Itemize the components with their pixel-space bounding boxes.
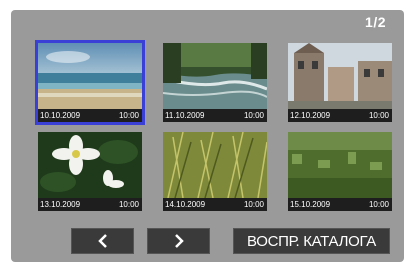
thumbnail-time: 10:00 [243, 111, 264, 120]
chevron-left-icon [97, 234, 107, 248]
thumbnail-image-field [288, 132, 392, 198]
thumbnail-date: 10.10.2009 [40, 111, 81, 120]
next-page-button[interactable] [147, 228, 210, 254]
thumbnail-date: 12.10.2009 [290, 111, 331, 120]
thumbnail-image-flower [38, 132, 142, 198]
thumbnail-date: 13.10.2009 [40, 200, 81, 209]
catalog-playback-button[interactable]: ВОСПР. КАТАЛОГА [233, 228, 390, 254]
thumbnail-date: 11.10.2009 [165, 111, 205, 120]
thumbnail-caption: 15.10.2009 10:00 [288, 198, 392, 211]
thumbnail-6[interactable]: 15.10.2009 10:00 [288, 132, 392, 211]
playback-index-screen: 1/2 10.10.2009 10:00 11.10.2009 10:00 12… [11, 10, 404, 262]
thumbnail-time: 10:00 [118, 111, 139, 120]
thumbnail-image-river [163, 43, 267, 109]
thumbnail-time: 10:00 [368, 200, 389, 209]
thumbnail-image-grass [163, 132, 267, 198]
catalog-playback-label: ВОСПР. КАТАЛОГА [247, 232, 376, 250]
thumbnail-time: 10:00 [368, 111, 389, 120]
chevron-right-icon [174, 234, 184, 248]
thumbnail-1[interactable]: 10.10.2009 10:00 [35, 40, 145, 125]
thumbnail-time: 10:00 [243, 200, 264, 209]
thumbnail-4[interactable]: 13.10.2009 10:00 [38, 132, 142, 211]
thumbnail-5[interactable]: 14.10.2009 10:00 [163, 132, 267, 211]
thumbnail-image-town [288, 43, 392, 109]
page-indicator: 1/2 [365, 14, 386, 30]
thumbnail-2[interactable]: 11.10.2009 10:00 [163, 43, 267, 122]
thumbnail-image-beach [38, 43, 142, 109]
thumbnail-date: 14.10.2009 [165, 200, 206, 209]
thumbnail-caption: 10.10.2009 10:00 [38, 109, 142, 122]
thumbnail-time: 10:00 [118, 200, 139, 209]
thumbnail-caption: 12.10.2009 10:00 [288, 109, 392, 122]
thumbnail-caption: 14.10.2009 10:00 [163, 198, 267, 211]
thumbnail-3[interactable]: 12.10.2009 10:00 [288, 43, 392, 122]
thumbnail-caption: 13.10.2009 10:00 [38, 198, 142, 211]
thumbnail-caption: 11.10.2009 10:00 [163, 109, 267, 122]
thumbnail-date: 15.10.2009 [290, 200, 331, 209]
previous-page-button[interactable] [71, 228, 134, 254]
